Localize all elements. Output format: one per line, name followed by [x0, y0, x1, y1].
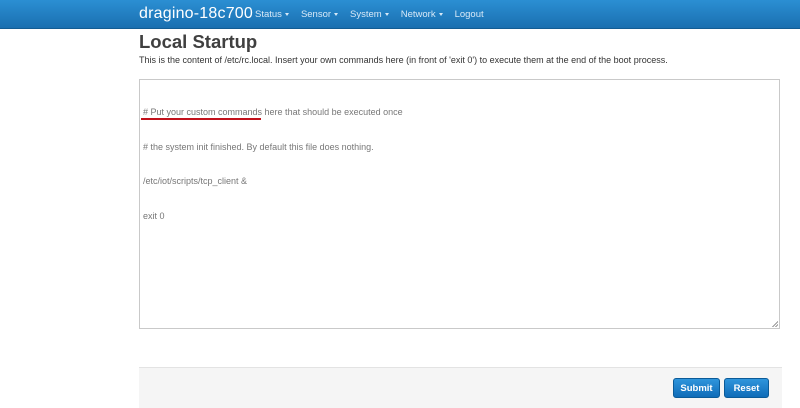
menu-sensor-label: Sensor [300, 8, 332, 20]
caret-down-icon [384, 12, 389, 16]
reset-button[interactable]: Reset [724, 378, 769, 398]
menu-network[interactable]: Network [401, 9, 443, 20]
menu-network-label: Network [400, 8, 436, 20]
editor-line: exit 0 [143, 210, 165, 221]
caret-down-icon [334, 12, 339, 16]
rc-local-textarea[interactable]: # Put your custom commands here that sho… [139, 79, 780, 329]
brand-hostname[interactable]: dragino-18c700 [139, 5, 253, 23]
menu-logout[interactable]: Logout [455, 9, 484, 20]
editor-line: # the system init finished. By default t… [143, 141, 374, 152]
menu-status-label: Status [255, 8, 282, 20]
submit-button[interactable]: Submit [673, 378, 720, 398]
menu-system[interactable]: System [350, 9, 389, 20]
page-description: This is the content of /etc/rc.local. In… [139, 55, 668, 65]
caret-down-icon [284, 12, 289, 16]
textarea-content: # Put your custom commands here that sho… [141, 84, 403, 257]
top-navbar: dragino-18c700 Status Sensor System Netw… [0, 0, 800, 29]
menu-logout-label: Logout [454, 8, 484, 20]
page-title: Local Startup [139, 31, 258, 52]
editor-line: # Put your custom commands here that sho… [143, 107, 403, 117]
menu-system-label: System [350, 8, 382, 20]
caret-down-icon [438, 12, 443, 16]
editor-line: /etc/iot/scripts/tcp_client & [143, 176, 248, 186]
main-menu: Status Sensor System Network Logout [255, 0, 496, 28]
resize-grip-icon[interactable] [772, 321, 778, 327]
menu-status[interactable]: Status [255, 9, 289, 20]
menu-sensor[interactable]: Sensor [300, 8, 339, 20]
red-underline-annotation [141, 118, 261, 120]
